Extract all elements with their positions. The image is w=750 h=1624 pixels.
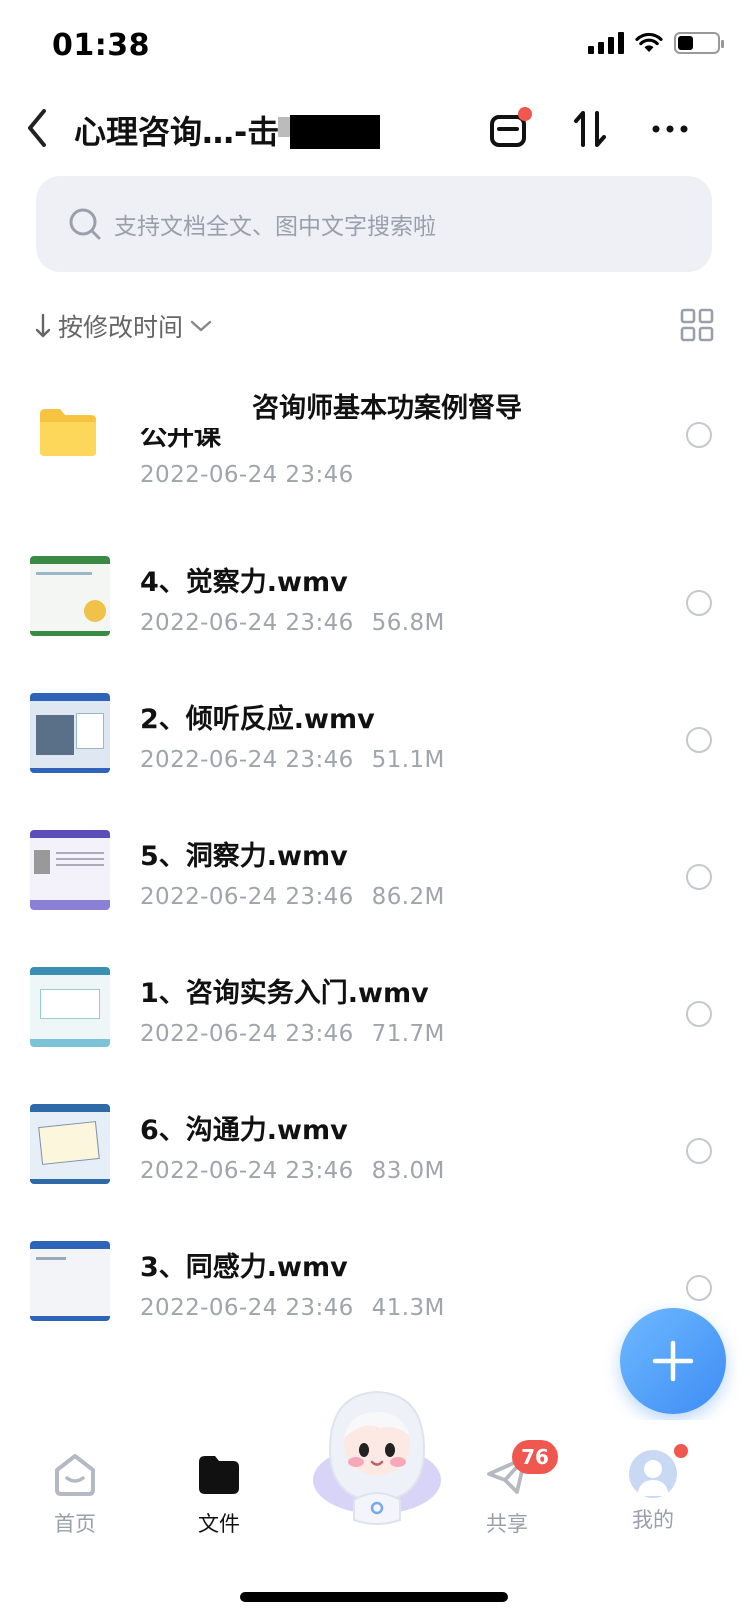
select-checkbox[interactable] [686, 422, 712, 448]
file-date: 2022-06-24 23:46 [140, 1295, 354, 1321]
back-button[interactable] [18, 103, 58, 153]
list-item[interactable]: 1、咨询实务入门.wmv 2022-06-24 23:46 71.7M [0, 951, 750, 1088]
video-thumbnail [30, 967, 110, 1047]
status-time: 01:38 [52, 28, 150, 63]
list-item[interactable]: 6、沟通力.wmv 2022-06-24 23:46 83.0M [0, 1088, 750, 1225]
file-meta: 2022-06-24 23:46 71.7M [140, 1021, 463, 1047]
file-name: 6、沟通力.wmv [140, 1115, 348, 1146]
transfer-list-button[interactable] [484, 105, 532, 153]
nav-share[interactable]: 76 共享 [452, 1440, 562, 1538]
mascot-icon [313, 1390, 441, 1525]
nav-mine-label: 我的 [632, 1508, 674, 1532]
notification-dot [674, 1444, 688, 1458]
file-name: 咨询师基本功案例督导 [252, 393, 522, 424]
nav-files[interactable]: 文件 [164, 1450, 274, 1538]
file-size: 83.0M [371, 1158, 445, 1184]
status-bar: 01:38 [0, 0, 750, 90]
file-size: 51.1M [371, 747, 445, 773]
user-avatar-icon [637, 1460, 669, 1496]
wifi-icon [635, 32, 663, 52]
file-meta: 2022-06-24 23:46 83.0M [140, 1158, 463, 1184]
list-item[interactable]: 5、洞察力.wmv 2022-06-24 23:46 86.2M [0, 814, 750, 951]
plus-icon [652, 1340, 694, 1382]
file-meta: 2022-06-24 23:46 [140, 462, 372, 488]
chevron-down-icon [190, 320, 212, 332]
nav-home[interactable]: 首页 [20, 1450, 130, 1538]
nav-share-label: 共享 [486, 1512, 528, 1536]
video-thumbnail [30, 1104, 110, 1184]
nav-mine[interactable]: 我的 [598, 1444, 708, 1534]
file-date: 2022-06-24 23:46 [140, 610, 354, 636]
select-checkbox[interactable] [686, 1001, 712, 1027]
file-meta: 2022-06-24 23:46 41.3M [140, 1295, 463, 1321]
file-date: 2022-06-24 23:46 [140, 1021, 354, 1047]
avatar [629, 1450, 677, 1498]
video-thumbnail [30, 556, 110, 636]
list-item[interactable]: 2、倾听反应.wmv 2022-06-24 23:46 51.1M [0, 677, 750, 814]
nav-home-label: 首页 [54, 1512, 96, 1536]
file-name: 1、咨询实务入门.wmv [140, 978, 429, 1009]
grid-view-icon[interactable] [680, 308, 714, 342]
more-icon [652, 125, 688, 133]
search-input[interactable]: 支持文档全文、图中文字搜索啦 [36, 176, 712, 272]
signal-icon [588, 32, 624, 54]
share-badge: 76 [512, 1440, 558, 1474]
search-placeholder: 支持文档全文、图中文字搜索啦 [114, 214, 436, 240]
file-date: 2022-06-24 23:46 [140, 884, 354, 910]
sort-arrows-icon [574, 111, 606, 147]
file-size: 41.3M [371, 1295, 445, 1321]
header: 心理咨询…-击 [0, 95, 750, 165]
status-indicators [588, 32, 724, 54]
file-name: 2、倾听反应.wmv [140, 704, 375, 735]
more-button[interactable] [646, 105, 694, 153]
list-item[interactable]: 4、觉察力.wmv 2022-06-24 23:46 56.8M [0, 540, 750, 677]
file-size: 71.7M [371, 1021, 445, 1047]
video-thumbnail [30, 693, 110, 773]
file-date: 2022-06-24 23:46 [140, 747, 354, 773]
list-item[interactable]: 咨询师基本功案例督导 公开课 2022-06-24 23:46 [0, 370, 750, 507]
file-date: 2022-06-24 23:46 [140, 1158, 354, 1184]
file-meta: 2022-06-24 23:46 86.2M [140, 884, 463, 910]
nav-files-label: 文件 [198, 1512, 240, 1536]
select-checkbox[interactable] [686, 864, 712, 890]
home-indicator [240, 1592, 508, 1602]
file-name: 4、觉察力.wmv [140, 567, 348, 598]
sort-label: 按修改时间 [58, 313, 184, 342]
video-thumbnail [30, 1241, 110, 1321]
file-meta: 2022-06-24 23:46 51.1M [140, 747, 463, 773]
redaction-block [290, 115, 380, 149]
file-meta: 2022-06-24 23:46 56.8M [140, 610, 463, 636]
file-name: 5、洞察力.wmv [140, 841, 348, 872]
add-button[interactable] [620, 1308, 726, 1414]
search-icon [69, 208, 101, 240]
file-date: 2022-06-24 23:46 [140, 462, 354, 488]
file-name-clipped: 公开课 [140, 428, 221, 450]
notification-dot [518, 107, 532, 121]
file-list: 咨询师基本功案例督导 公开课 2022-06-24 23:46 4、觉察力.wm… [0, 370, 750, 1362]
sort-row: 按修改时间 [34, 302, 714, 346]
select-checkbox[interactable] [686, 727, 712, 753]
assistant-mascot[interactable] [310, 1380, 444, 1530]
battery-icon [674, 32, 724, 54]
folder-icon [199, 1456, 239, 1494]
file-size: 56.8M [371, 610, 445, 636]
video-thumbnail [30, 830, 110, 910]
select-checkbox[interactable] [686, 1138, 712, 1164]
page-title: 心理咨询…-击 [74, 113, 280, 151]
sort-order-button[interactable] [566, 105, 614, 153]
select-checkbox[interactable] [686, 1275, 712, 1301]
select-checkbox[interactable] [686, 590, 712, 616]
file-size: 86.2M [371, 884, 445, 910]
sort-dropdown[interactable]: 按修改时间 [34, 308, 213, 344]
arrow-down-icon [35, 313, 51, 338]
home-icon [55, 1454, 95, 1496]
folder-icon [40, 409, 96, 456]
file-name: 3、同感力.wmv [140, 1252, 348, 1283]
